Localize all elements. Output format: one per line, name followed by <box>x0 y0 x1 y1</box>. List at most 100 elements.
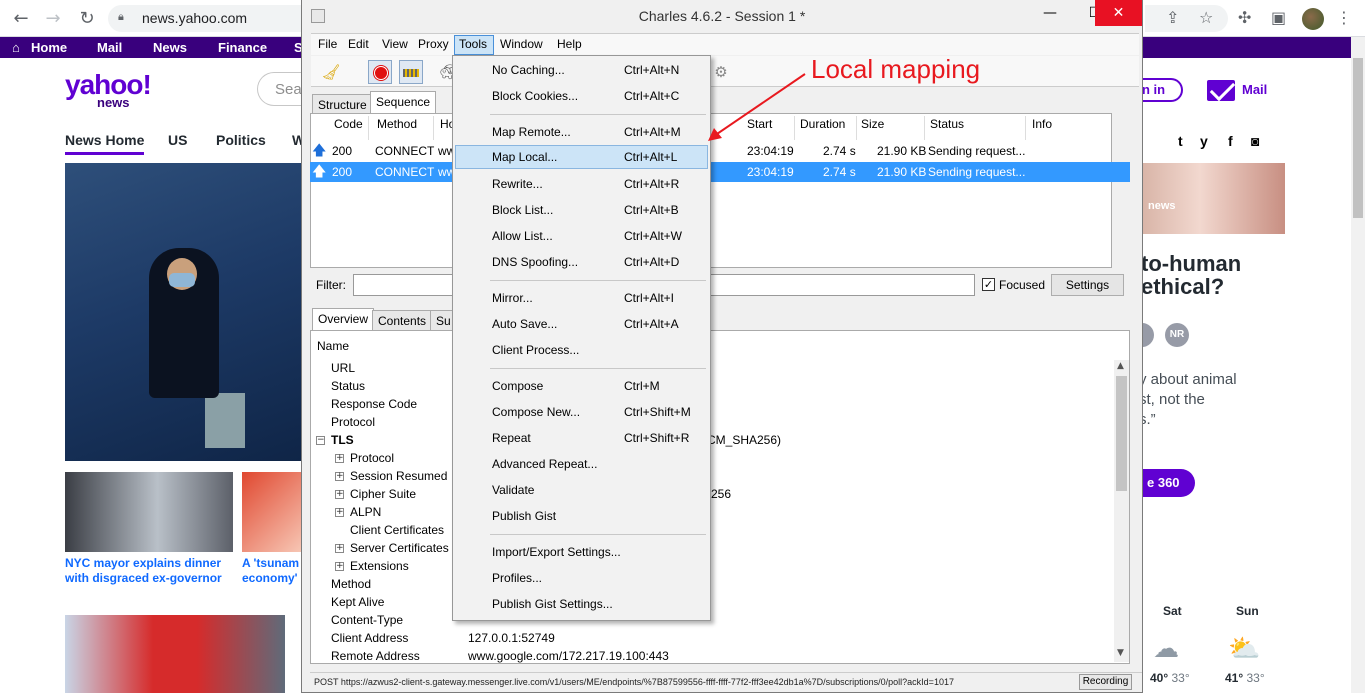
menu-file[interactable]: File <box>318 37 337 51</box>
menuitem-map-local[interactable]: Map Local... Ctrl+Alt+L <box>455 145 708 169</box>
menuitem-dns-spoofing[interactable]: DNS Spoofing... Ctrl+Alt+D <box>453 250 710 274</box>
menuitem-advanced-repeat[interactable]: Advanced Repeat... <box>453 452 710 476</box>
yahoo-nav-mail[interactable]: Mail <box>97 40 122 55</box>
expand-icon[interactable]: + <box>335 472 344 481</box>
column-status[interactable]: Status <box>930 117 964 131</box>
scroll-down-icon[interactable]: ▼ <box>1117 648 1124 658</box>
yahoo-nav-home[interactable]: Home <box>31 40 67 55</box>
menuitem-repeat[interactable]: Repeat Ctrl+Shift+R <box>453 426 710 450</box>
column-method[interactable]: Method <box>377 117 417 131</box>
tumblr-icon[interactable]: t <box>1178 133 1183 149</box>
browser-menu-icon[interactable]: ⋮ <box>1336 8 1352 28</box>
charles-title-bar[interactable]: Charles 4.6.2 - Session 1 * — ☐ ✕ <box>302 0 1142 33</box>
hero-stool <box>205 393 245 448</box>
overview-scrollbar-thumb[interactable] <box>1116 376 1127 491</box>
menuitem-block-cookies[interactable]: Block Cookies... Ctrl+Alt+C <box>453 84 710 108</box>
menuitem-import-export-settings[interactable]: Import/Export Settings... <box>453 540 710 564</box>
profile-avatar[interactable] <box>1302 8 1324 30</box>
column-info[interactable]: Info <box>1032 117 1052 131</box>
column-code[interactable]: Code <box>334 117 363 131</box>
story-headline[interactable]: NYC mayor explains dinner with disgraced… <box>65 556 222 586</box>
tab-sequence[interactable]: Sequence <box>370 91 437 115</box>
mail-icon[interactable] <box>1207 80 1235 101</box>
menu-tools[interactable]: Tools <box>454 35 494 55</box>
record-icon[interactable] <box>368 60 392 84</box>
tab-contents[interactable]: Contents <box>372 310 433 331</box>
menuitem-block-list[interactable]: Block List... Ctrl+Alt+B <box>453 198 710 222</box>
yahoo-nav-news[interactable]: News <box>153 40 187 55</box>
address-bar-end[interactable] <box>1145 5 1228 32</box>
menuitem-no-caching[interactable]: No Caching... Ctrl+Alt+N <box>453 58 710 82</box>
menuitem-client-process[interactable]: Client Process... <box>453 338 710 362</box>
menuitem-allow-list[interactable]: Allow List... Ctrl+Alt+W <box>453 224 710 248</box>
side-panel-icon[interactable]: ▣ <box>1271 8 1286 28</box>
scroll-up-icon[interactable]: ▲ <box>1117 361 1124 371</box>
menu-edit[interactable]: Edit <box>348 37 369 51</box>
instagram-icon[interactable]: ◙ <box>1251 133 1259 149</box>
share-icon[interactable]: ⇪ <box>1166 8 1179 28</box>
column-divider[interactable] <box>433 116 434 140</box>
menuitem-publish-gist[interactable]: Publish Gist <box>453 504 710 528</box>
close-icon[interactable]: ✕ <box>1095 0 1142 26</box>
forward-icon[interactable]: → <box>42 8 64 30</box>
mail-link[interactable]: Mail <box>1242 82 1267 97</box>
broom-icon[interactable]: 🧹︎ <box>319 60 343 84</box>
menuitem-map-remote[interactable]: Map Remote... Ctrl+Alt+M <box>453 120 710 144</box>
expand-icon[interactable]: + <box>335 562 344 571</box>
tab-structure[interactable]: Structure <box>312 94 373 115</box>
column-divider[interactable] <box>1025 116 1026 140</box>
menuitem-validate[interactable]: Validate <box>453 478 710 502</box>
story-thumbnail[interactable] <box>65 615 285 693</box>
story-thumbnail[interactable] <box>242 472 301 552</box>
section-news-home[interactable]: News Home <box>65 132 145 155</box>
back-icon[interactable]: ← <box>10 8 32 30</box>
expand-icon[interactable]: + <box>335 454 344 463</box>
throttle-icon[interactable] <box>399 60 423 84</box>
feature-headline-line2[interactable]: ethical? <box>1141 274 1224 300</box>
story-image[interactable] <box>1143 163 1285 234</box>
menu-view[interactable]: View <box>382 37 408 51</box>
recording-indicator[interactable]: Recording <box>1079 674 1132 690</box>
menuitem-rewrite[interactable]: Rewrite... Ctrl+Alt+R <box>453 172 710 196</box>
menuitem-profiles[interactable]: Profiles... <box>453 566 710 590</box>
twitter-icon[interactable]: y <box>1200 133 1208 149</box>
settings-button[interactable]: Settings <box>1051 274 1124 296</box>
hero-image[interactable] <box>65 163 301 461</box>
menuitem-compose[interactable]: Compose Ctrl+M <box>453 374 710 398</box>
facebook-icon[interactable]: f <box>1228 133 1233 149</box>
menuitem-mirror[interactable]: Mirror... Ctrl+Alt+I <box>453 286 710 310</box>
tab-overview[interactable]: Overview <box>312 308 375 332</box>
lock-icon[interactable]: 🔒︎ <box>118 10 124 24</box>
bookmark-star-icon[interactable]: ☆ <box>1199 8 1213 28</box>
menuitem-compose-new[interactable]: Compose New... Ctrl+Shift+M <box>453 400 710 424</box>
expand-icon[interactable]: + <box>335 490 344 499</box>
column-divider[interactable] <box>856 116 857 140</box>
focused-checkbox[interactable]: ✓ <box>982 278 995 291</box>
reload-icon[interactable]: ↻ <box>76 8 98 30</box>
page-scrollbar-thumb[interactable] <box>1353 58 1363 218</box>
collapse-icon[interactable]: − <box>316 436 325 445</box>
extensions-icon[interactable]: ✣ <box>1238 8 1251 28</box>
tab-summary[interactable]: Su <box>430 310 454 331</box>
table-row-selected[interactable]: 🡅 200 CONNECT ww 23:04:19 2.74 s 21.90 K… <box>310 162 1130 182</box>
minimize-icon[interactable]: — <box>1027 0 1073 26</box>
expand-icon[interactable]: + <box>335 508 344 517</box>
story-thumbnail[interactable] <box>65 472 233 552</box>
menu-proxy[interactable]: Proxy <box>418 37 449 51</box>
expand-icon[interactable]: + <box>335 544 344 553</box>
yahoo-nav-finance[interactable]: Finance <box>218 40 267 55</box>
url-text[interactable]: news.yahoo.com <box>142 10 247 26</box>
section-politics[interactable]: Politics <box>216 132 266 148</box>
section-us[interactable]: US <box>168 132 187 148</box>
menuitem-auto-save[interactable]: Auto Save... Ctrl+Alt+A <box>453 312 710 336</box>
menu-help[interactable]: Help <box>557 37 582 51</box>
column-size[interactable]: Size <box>861 117 884 131</box>
story-headline[interactable]: A 'tsunam economy' <box>242 556 299 586</box>
home-icon[interactable]: ⌂ <box>12 40 20 55</box>
sign-in-button[interactable]: n in <box>1140 78 1183 102</box>
column-divider[interactable] <box>368 116 369 140</box>
menuitem-publish-gist-settings[interactable]: Publish Gist Settings... <box>453 592 710 616</box>
menu-window[interactable]: Window <box>500 37 543 51</box>
column-divider[interactable] <box>924 116 925 140</box>
view-360-button[interactable]: e 360 <box>1143 469 1195 497</box>
